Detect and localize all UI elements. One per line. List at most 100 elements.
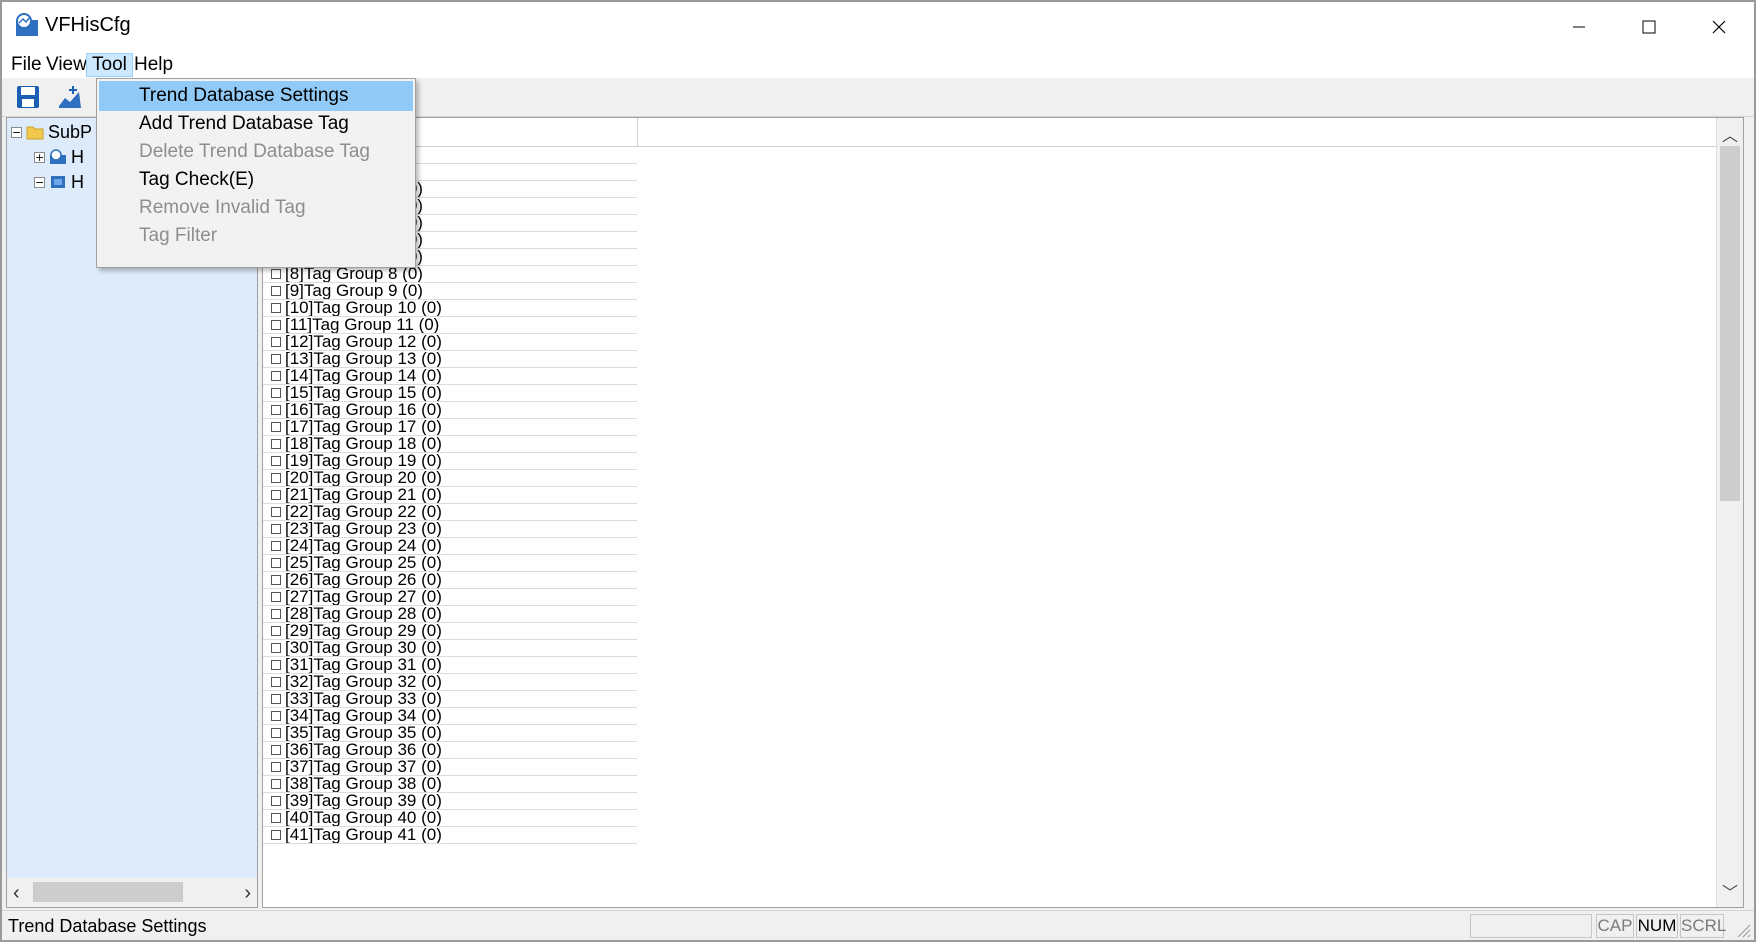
row-checkbox[interactable] [271, 337, 281, 347]
row-label: [13]Tag Group 13 (0) [285, 351, 442, 368]
list-item[interactable]: [23]Tag Group 23 (0) [263, 521, 637, 538]
row-checkbox[interactable] [271, 745, 281, 755]
row-checkbox[interactable] [271, 320, 281, 330]
row-checkbox[interactable] [271, 507, 281, 517]
list-item[interactable]: [41]Tag Group 41 (0) [263, 827, 637, 844]
row-checkbox[interactable] [271, 388, 281, 398]
row-checkbox[interactable] [271, 473, 281, 483]
scroll-left-icon[interactable]: ‹ [13, 882, 20, 905]
row-checkbox[interactable] [271, 575, 281, 585]
menu-tool[interactable]: Tool [86, 53, 133, 77]
list-item[interactable]: [40]Tag Group 40 (0) [263, 810, 637, 827]
list-item[interactable]: [9]Tag Group 9 (0) [263, 283, 637, 300]
menu-view[interactable]: View [41, 53, 92, 77]
collapse-icon[interactable]: − [34, 176, 45, 188]
expand-icon[interactable]: + [34, 151, 45, 163]
row-checkbox[interactable] [271, 660, 281, 670]
row-checkbox[interactable] [271, 813, 281, 823]
row-label: [35]Tag Group 35 (0) [285, 725, 442, 742]
vertical-scrollbar[interactable]: ︿ ﹀ [1716, 118, 1743, 907]
row-checkbox[interactable] [271, 796, 281, 806]
list-item[interactable]: [37]Tag Group 37 (0) [263, 759, 637, 776]
list-item[interactable]: [32]Tag Group 32 (0) [263, 674, 637, 691]
resize-grip-icon[interactable] [1735, 922, 1751, 938]
tree-horizontal-scrollbar[interactable]: ‹ › [6, 878, 258, 908]
list-item[interactable]: [19]Tag Group 19 (0) [263, 453, 637, 470]
close-button[interactable] [1684, 2, 1754, 52]
list-item[interactable]: [16]Tag Group 16 (0) [263, 402, 637, 419]
row-checkbox[interactable] [271, 456, 281, 466]
row-checkbox[interactable] [271, 677, 281, 687]
collapse-icon[interactable]: − [11, 126, 22, 138]
list-item[interactable]: [25]Tag Group 25 (0) [263, 555, 637, 572]
list-item[interactable]: [21]Tag Group 21 (0) [263, 487, 637, 504]
list-item[interactable]: [15]Tag Group 15 (0) [263, 385, 637, 402]
list-item[interactable]: [12]Tag Group 12 (0) [263, 334, 637, 351]
list-item[interactable]: [38]Tag Group 38 (0) [263, 776, 637, 793]
list-item[interactable]: [36]Tag Group 36 (0) [263, 742, 637, 759]
list-item[interactable]: [17]Tag Group 17 (0) [263, 419, 637, 436]
row-checkbox[interactable] [271, 626, 281, 636]
menu-help[interactable]: Help [129, 53, 178, 77]
list-item[interactable]: [10]Tag Group 10 (0) [263, 300, 637, 317]
row-checkbox[interactable] [271, 643, 281, 653]
scroll-thumb[interactable] [1720, 146, 1740, 501]
list-item[interactable]: [8]Tag Group 8 (0) [263, 266, 637, 283]
list-item[interactable]: [24]Tag Group 24 (0) [263, 538, 637, 555]
list-item[interactable]: [14]Tag Group 14 (0) [263, 368, 637, 385]
row-checkbox[interactable] [271, 371, 281, 381]
scroll-thumb[interactable] [33, 882, 183, 902]
row-checkbox[interactable] [271, 711, 281, 721]
save-button[interactable] [12, 82, 44, 112]
list-item[interactable]: [27]Tag Group 27 (0) [263, 589, 637, 606]
list-item[interactable]: [22]Tag Group 22 (0) [263, 504, 637, 521]
row-checkbox[interactable] [271, 592, 281, 602]
list-item[interactable]: [31]Tag Group 31 (0) [263, 657, 637, 674]
list-item[interactable]: [26]Tag Group 26 (0) [263, 572, 637, 589]
list-item[interactable]: [18]Tag Group 18 (0) [263, 436, 637, 453]
app-logo-icon [16, 13, 38, 36]
list-item[interactable]: [33]Tag Group 33 (0) [263, 691, 637, 708]
row-checkbox[interactable] [271, 558, 281, 568]
list-item[interactable]: [35]Tag Group 35 (0) [263, 725, 637, 742]
dropdown-item: Tag Filter [139, 225, 218, 246]
tree-node-root[interactable]: − SubP [11, 120, 92, 144]
list-item[interactable]: [34]Tag Group 34 (0) [263, 708, 637, 725]
row-checkbox[interactable] [271, 830, 281, 840]
list-item[interactable]: [39]Tag Group 39 (0) [263, 793, 637, 810]
scroll-down-icon[interactable]: ﹀ [1717, 879, 1743, 903]
list-item[interactable]: [30]Tag Group 30 (0) [263, 640, 637, 657]
tree-node-child1[interactable]: + H [34, 145, 84, 169]
row-checkbox[interactable] [271, 303, 281, 313]
list-item[interactable]: [11]Tag Group 11 (0) [263, 317, 637, 334]
maximize-button[interactable] [1614, 2, 1684, 52]
row-checkbox[interactable] [271, 779, 281, 789]
row-checkbox[interactable] [271, 422, 281, 432]
row-checkbox[interactable] [271, 439, 281, 449]
row-checkbox[interactable] [271, 354, 281, 364]
list-item[interactable]: [28]Tag Group 28 (0) [263, 606, 637, 623]
dropdown-item[interactable]: Tag Check(E) [99, 165, 413, 195]
list-item[interactable]: [20]Tag Group 20 (0) [263, 470, 637, 487]
list-item[interactable]: [29]Tag Group 29 (0) [263, 623, 637, 640]
row-checkbox[interactable] [271, 541, 281, 551]
dropdown-item[interactable]: Trend Database Settings [99, 81, 413, 111]
minimize-button[interactable] [1544, 2, 1614, 52]
row-checkbox[interactable] [271, 524, 281, 534]
tree-node-child2[interactable]: − H [34, 170, 84, 194]
row-checkbox[interactable] [271, 286, 281, 296]
row-checkbox[interactable] [271, 269, 281, 279]
dropdown-item[interactable]: Add Trend Database Tag [99, 109, 413, 139]
row-label: [8]Tag Group 8 (0) [285, 266, 423, 283]
list-item[interactable]: [13]Tag Group 13 (0) [263, 351, 637, 368]
row-checkbox[interactable] [271, 490, 281, 500]
row-checkbox[interactable] [271, 728, 281, 738]
tag-group-list[interactable]: [1]Tag Group (6)[2]Tag Group (6)[3]Tag G… [262, 117, 1744, 908]
row-checkbox[interactable] [271, 694, 281, 704]
row-checkbox[interactable] [271, 609, 281, 619]
row-checkbox[interactable] [271, 405, 281, 415]
scroll-right-icon[interactable]: › [244, 882, 251, 905]
add-tag-button[interactable] [54, 82, 86, 112]
scroll-up-icon[interactable]: ︿ [1717, 122, 1743, 146]
row-checkbox[interactable] [271, 762, 281, 772]
